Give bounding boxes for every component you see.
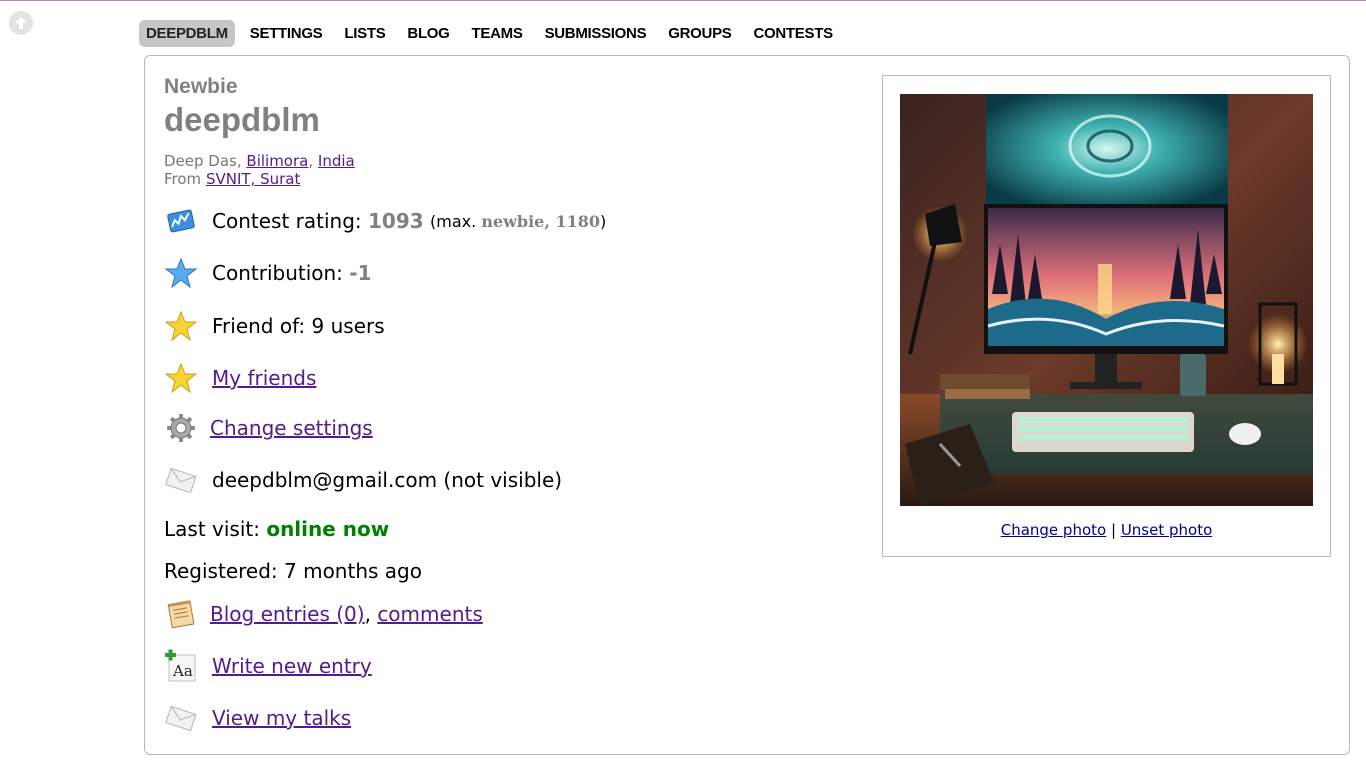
- talks-envelope-icon: [164, 701, 198, 735]
- email-address: deepdblm@gmail.com (not visible): [212, 468, 563, 492]
- envelope-icon: [164, 463, 198, 497]
- last-visit-status: online now: [266, 517, 390, 541]
- rating-label: Contest rating:: [212, 209, 362, 233]
- blog-entries-row: Blog entries (0), comments: [164, 596, 483, 632]
- view-talks-row: View my talks: [164, 700, 351, 736]
- blog-entries-link[interactable]: Blog entries (0): [210, 602, 365, 626]
- nav-tab-submissions[interactable]: SUBMISSIONS: [534, 20, 658, 47]
- city-link[interactable]: Bilimora: [246, 152, 308, 170]
- rating-value: 1093: [368, 209, 424, 233]
- blue-star-icon: [164, 256, 198, 290]
- registered-row: Registered: 7 months ago: [164, 553, 422, 589]
- rating-max-suffix: ): [600, 211, 607, 231]
- user-organization: From SVNIT, Surat: [164, 170, 300, 188]
- nav-tab-groups[interactable]: GROUPS: [657, 20, 742, 47]
- contribution-value: -1: [349, 261, 372, 285]
- arrow-up-icon: [15, 17, 27, 29]
- last-visit-label: Last visit:: [164, 517, 260, 541]
- nav-tab-teams[interactable]: TEAMS: [461, 20, 534, 47]
- new-entry-icon: Aa: [164, 649, 198, 683]
- comments-link[interactable]: comments: [377, 602, 482, 626]
- contest-rating-row: Contest rating: 1093 (max. newbie, 1180): [164, 203, 606, 239]
- write-new-entry-link[interactable]: Write new entry: [212, 654, 372, 678]
- gear-icon: [164, 411, 198, 445]
- from-label: From: [164, 170, 202, 188]
- blog-notepad-icon: [164, 597, 198, 631]
- nav-tab-contests[interactable]: CONTESTS: [743, 20, 844, 47]
- change-settings-link[interactable]: Change settings: [210, 416, 373, 440]
- friend-of-count: Friend of: 9 users: [212, 314, 385, 338]
- scroll-to-top-button[interactable]: [9, 11, 33, 35]
- my-friends-row: My friends: [164, 360, 316, 396]
- unset-photo-link[interactable]: Unset photo: [1121, 521, 1212, 539]
- change-photo-link[interactable]: Change photo: [1001, 521, 1106, 539]
- profile-photo: [900, 94, 1313, 506]
- country-link[interactable]: India: [318, 152, 355, 170]
- nav-tab-blog[interactable]: BLOG: [396, 20, 460, 47]
- rating-max-prefix: (max.: [430, 211, 477, 231]
- organization-link[interactable]: SVNIT, Surat: [206, 170, 300, 188]
- nav-tab-settings[interactable]: SETTINGS: [239, 20, 334, 47]
- my-friends-link[interactable]: My friends: [212, 366, 316, 390]
- svg-text:Aa: Aa: [172, 662, 193, 680]
- rating-max-rank: newbie, 1180: [481, 211, 601, 231]
- profile-nav: DEEPDBLM SETTINGS LISTS BLOG TEAMS SUBMI…: [139, 20, 844, 47]
- gold-star-icon: [164, 309, 198, 343]
- friend-of-row: Friend of: 9 users: [164, 308, 385, 344]
- nav-tab-lists[interactable]: LISTS: [333, 20, 396, 47]
- photo-actions: Change photo | Unset photo: [882, 521, 1331, 539]
- rating-graph-icon: [164, 204, 198, 238]
- write-entry-row: Aa Write new entry: [164, 648, 372, 684]
- contribution-row: Contribution: -1: [164, 255, 372, 291]
- view-my-talks-link[interactable]: View my talks: [212, 706, 351, 730]
- photo-link-separator: |: [1110, 521, 1117, 539]
- nav-tab-profile[interactable]: DEEPDBLM: [139, 20, 235, 47]
- user-handle: deepdblm: [164, 101, 320, 138]
- user-rank: Newbie: [164, 75, 238, 98]
- contribution-label: Contribution:: [212, 261, 343, 285]
- last-visit-row: Last visit: online now: [164, 511, 389, 547]
- user-location: Deep Das, Bilimora, India: [164, 152, 355, 170]
- registered-text: Registered: 7 months ago: [164, 559, 422, 583]
- email-row: deepdblm@gmail.com (not visible): [164, 462, 562, 498]
- friends-star-icon: [164, 361, 198, 395]
- user-full-name: Deep Das: [164, 152, 237, 170]
- change-settings-row: Change settings: [164, 410, 373, 446]
